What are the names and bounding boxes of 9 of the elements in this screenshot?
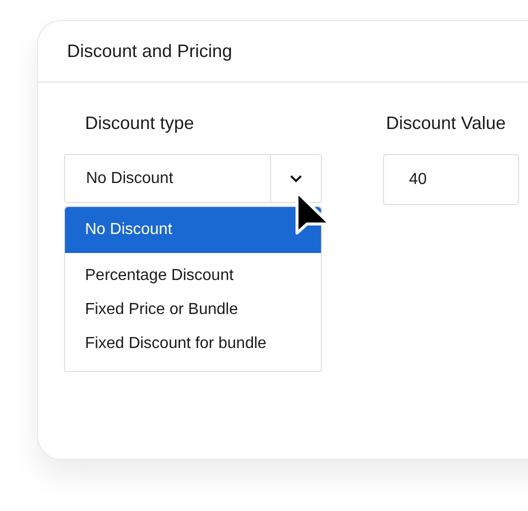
card-title: Discount and Pricing	[67, 40, 232, 62]
discount-value-field[interactable]: 40	[383, 154, 519, 205]
dropdown-option[interactable]: Fixed Price or Bundle	[65, 293, 321, 327]
field-label: Discount type	[84, 113, 196, 135]
dropdown-option[interactable]: Fixed Discount for bundle	[65, 327, 321, 361]
dropdown-option[interactable]: No Discount	[65, 207, 321, 253]
chevron-icon	[289, 174, 303, 183]
dropdown-option[interactable]: Percentage Discount	[65, 259, 321, 293]
field-label: Discount Value	[385, 113, 507, 135]
